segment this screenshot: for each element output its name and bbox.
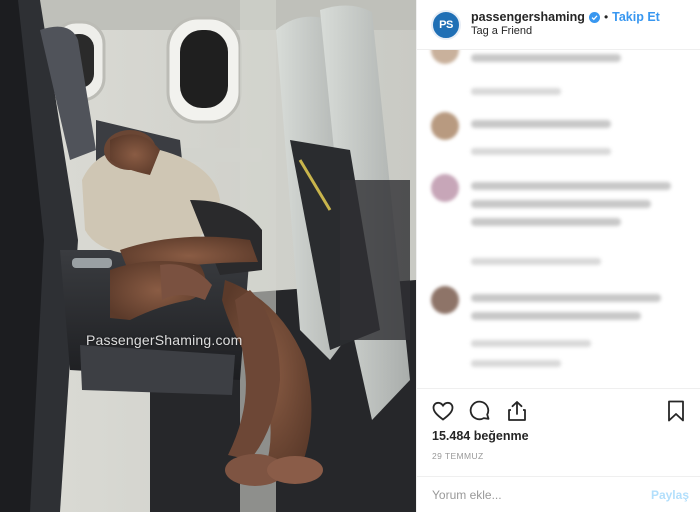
follow-button[interactable]: Takip Et — [612, 10, 660, 26]
post-actions: 15.484 beğenme 29 TEMMUZ — [417, 388, 700, 476]
comments-list[interactable] — [417, 50, 700, 388]
comment-text-blurred — [471, 182, 671, 190]
airplane-cabin-image — [0, 0, 416, 512]
comment-meta-blurred — [471, 88, 561, 95]
comment-avatar — [431, 112, 459, 140]
post-header: PS passengershaming • Takip Et Tag a Fri… — [417, 0, 700, 50]
comment-text-blurred — [471, 312, 641, 320]
comment-meta-blurred — [471, 360, 561, 367]
comment-input[interactable] — [432, 487, 651, 502]
post-date: 29 TEMMUZ — [432, 451, 484, 461]
comment-avatar — [431, 286, 459, 314]
comment-meta-blurred — [471, 148, 611, 155]
separator-dot: • — [603, 10, 609, 25]
header-text: passengershaming • Takip Et Tag a Friend — [471, 10, 660, 39]
comment-text-blurred — [471, 120, 611, 128]
comment-avatar — [431, 174, 459, 202]
comment-text-blurred — [471, 218, 621, 226]
comment-text-blurred — [471, 200, 651, 208]
watermark-text: PassengerShaming.com — [86, 332, 243, 348]
post-comment-button[interactable]: Paylaş — [651, 488, 689, 502]
post-sidebar: PS passengershaming • Takip Et Tag a Fri… — [416, 0, 700, 512]
comment-text-blurred — [471, 54, 621, 62]
username-link[interactable]: passengershaming — [471, 10, 585, 26]
comment-text-blurred — [471, 294, 661, 302]
bookmark-icon[interactable] — [665, 399, 687, 423]
location-link[interactable]: Tag a Friend — [471, 25, 660, 39]
post-photo[interactable]: PassengerShaming.com — [0, 0, 416, 512]
comment-form: Paylaş — [417, 476, 700, 512]
share-icon[interactable] — [505, 399, 529, 423]
post-view: PassengerShaming.com PS passengershaming… — [0, 0, 700, 512]
comment-icon[interactable] — [468, 399, 492, 423]
likes-count[interactable]: 15.484 beğenme — [432, 429, 529, 443]
avatar[interactable]: PS — [431, 9, 461, 40]
user-row: passengershaming • Takip Et — [471, 10, 660, 26]
action-icons — [431, 399, 529, 423]
comment-avatar — [431, 50, 459, 64]
heart-icon[interactable] — [431, 399, 455, 423]
verified-badge-icon — [588, 12, 600, 24]
avatar-initials: PS — [439, 18, 453, 31]
comment-meta-blurred — [471, 340, 591, 347]
comment-meta-blurred — [471, 258, 601, 265]
